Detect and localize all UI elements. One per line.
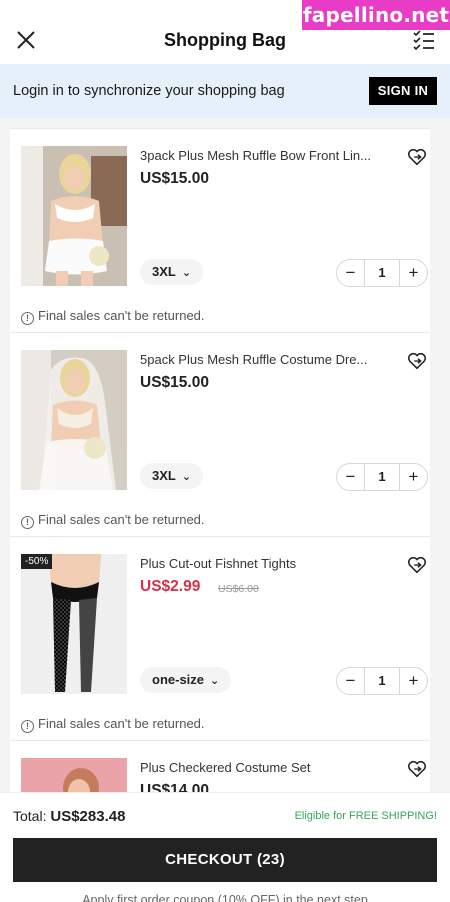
page-title: Shopping Bag [164,30,286,50]
move-to-wishlist-icon[interactable] [406,758,428,780]
product-image[interactable] [21,350,127,490]
product-sale-price: US$2.99 [140,578,201,595]
product-price: US$15.00 [140,170,209,187]
product-name[interactable]: 3pack Plus Mesh Ruffle Bow Front Lin... [140,148,394,163]
quantity-stepper[interactable]: − 1 + [336,667,428,695]
info-icon: ! [21,720,34,733]
move-to-wishlist-icon[interactable] [406,350,428,372]
final-sale-text: Final sales can't be returned. [38,512,205,527]
product-image[interactable] [21,758,127,792]
increase-quantity-button[interactable]: + [399,464,427,490]
cart-item: 3pack Plus Mesh Ruffle Bow Front Lin... … [10,128,430,332]
product-name[interactable]: 5pack Plus Mesh Ruffle Costume Dre... [140,352,394,367]
quantity-value: 1 [378,673,386,688]
cart-item: Plus Checkered Costume Set US$14.00 [10,740,430,792]
sign-in-button[interactable]: SIGN IN [369,77,437,105]
increase-quantity-button[interactable]: + [399,260,427,286]
size-value: one-size [152,672,205,687]
quantity-stepper[interactable]: − 1 + [336,463,428,491]
login-banner: Login in to synchronize your shopping ba… [0,64,450,118]
final-sale-note: ! Final sales can't be returned. [21,512,205,529]
move-to-wishlist-icon[interactable] [406,554,428,576]
size-selector[interactable]: 3XL ⌄ [140,259,204,285]
size-value: 3XL [152,264,176,279]
checkout-button[interactable]: CHECKOUT (23) [13,838,437,882]
coupon-note: Apply first order coupon (10% OFF) in th… [82,893,368,902]
product-original-price: US$6.00 [218,583,259,595]
quantity-stepper[interactable]: − 1 + [336,259,428,287]
discount-badge: -50% [21,554,53,569]
move-to-wishlist-icon[interactable] [406,146,428,168]
product-name[interactable]: Plus Checkered Costume Set [140,760,394,775]
product-price: US$15.00 [140,374,209,391]
checklist-icon[interactable] [412,28,436,52]
size-selector[interactable]: one-size ⌄ [140,667,232,693]
watermark: fapellino.net [302,0,450,30]
cart-item: 5pack Plus Mesh Ruffle Costume Dre... US… [10,332,430,536]
final-sale-text: Final sales can't be returned. [38,308,205,323]
info-icon: ! [21,312,34,325]
total-label: Total: [13,808,47,824]
size-selector[interactable]: 3XL ⌄ [140,463,204,489]
final-sale-note: ! Final sales can't be returned. [21,716,205,733]
login-banner-text: Login in to synchronize your shopping ba… [13,83,285,99]
product-price: US$14.00 [140,782,209,792]
chevron-down-icon: ⌄ [210,675,220,687]
product-image[interactable]: -50% [21,554,127,694]
info-icon: ! [21,516,34,529]
free-shipping-note: Eligible for FREE SHIPPING! [294,810,437,822]
decrease-quantity-button[interactable]: − [337,260,365,286]
increase-quantity-button[interactable]: + [399,668,427,694]
total-value: US$283.48 [50,808,126,825]
checkout-bar: Total: US$283.48 Eligible for FREE SHIPP… [0,792,450,902]
final-sale-note: ! Final sales can't be returned. [21,308,205,325]
quantity-value: 1 [378,265,386,280]
decrease-quantity-button[interactable]: − [337,464,365,490]
chevron-down-icon: ⌄ [181,267,192,279]
product-image[interactable] [21,146,127,286]
order-total: Total: US$283.48 [13,808,125,825]
decrease-quantity-button[interactable]: − [337,668,365,694]
final-sale-text: Final sales can't be returned. [38,716,205,731]
product-name[interactable]: Plus Cut-out Fishnet Tights [140,556,394,571]
cart-item: -50% Plus Cut-out Fishnet Tights US$2.99… [10,536,430,740]
cart-item-list[interactable]: 3pack Plus Mesh Ruffle Bow Front Lin... … [0,118,450,792]
chevron-down-icon: ⌄ [181,471,192,483]
quantity-value: 1 [378,469,386,484]
size-value: 3XL [152,468,176,483]
